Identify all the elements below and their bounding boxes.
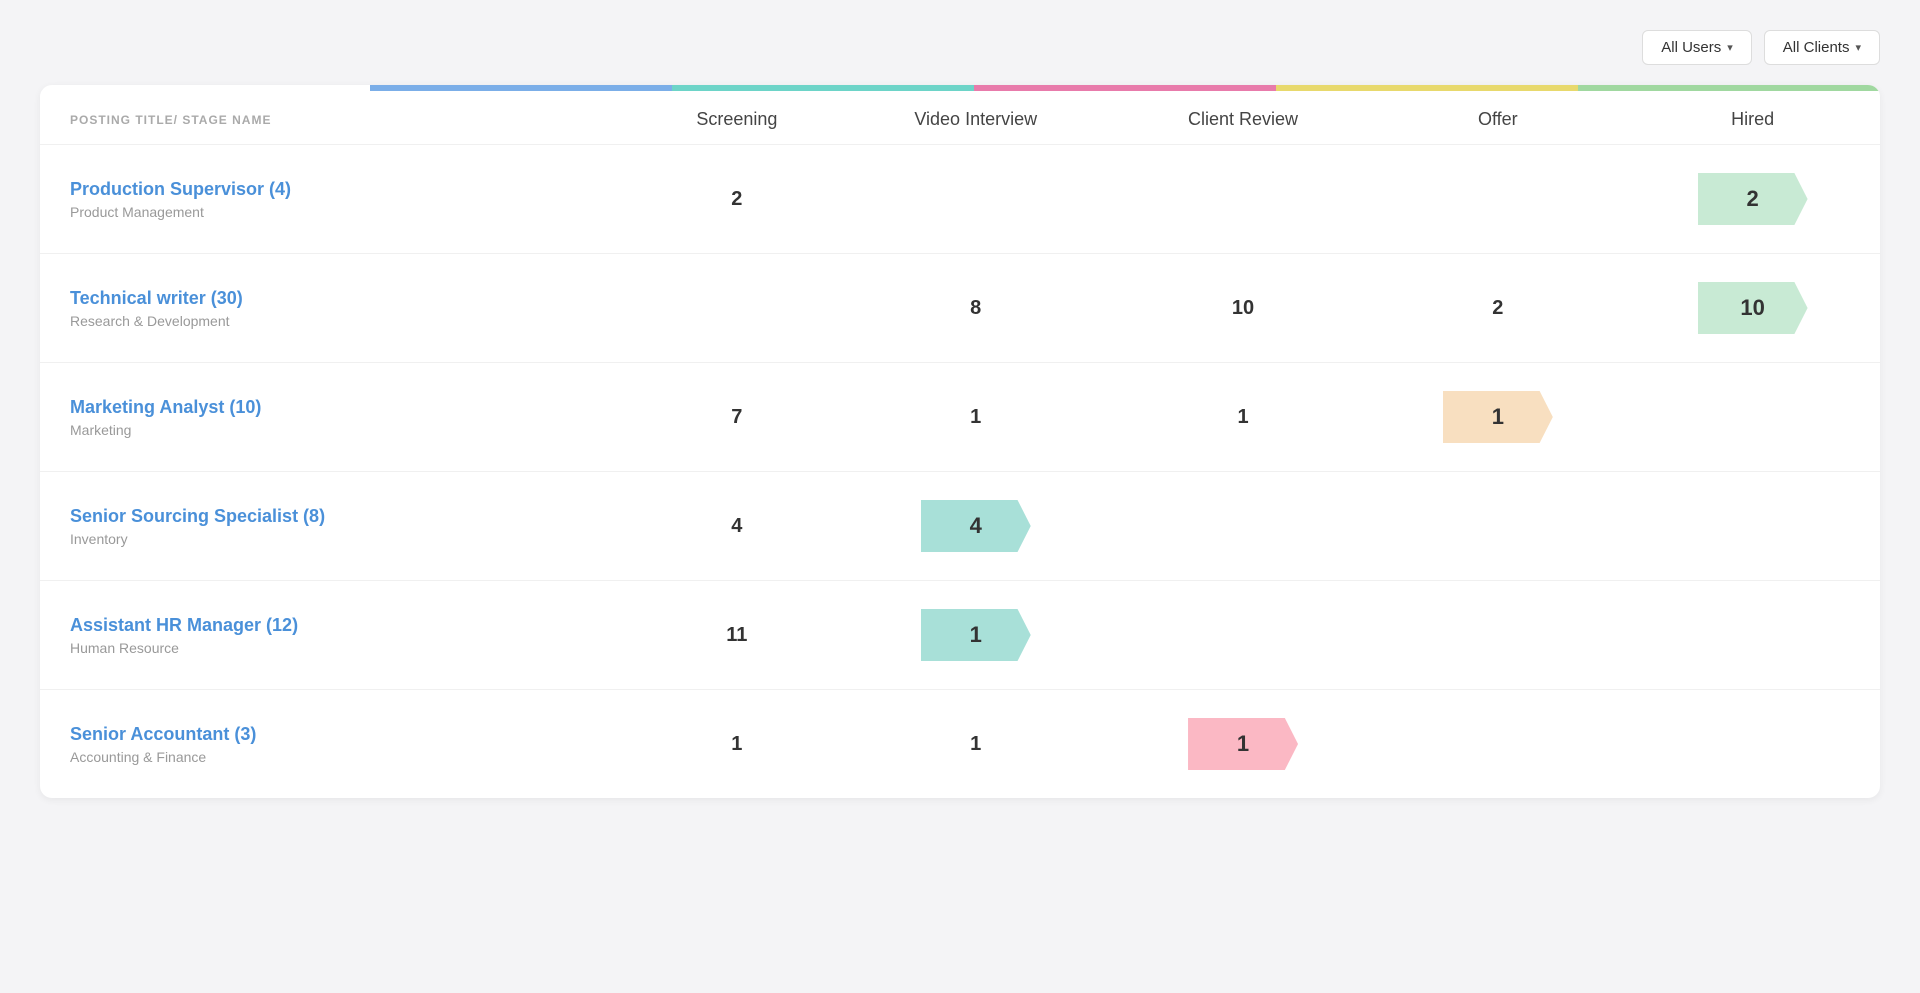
color-bar-empty <box>40 85 370 91</box>
client-review-cell: 10 <box>1116 254 1371 363</box>
job-cell: Senior Accountant (3) Accounting & Finan… <box>40 690 638 799</box>
hired-cell <box>1625 472 1880 581</box>
job-dept: Research & Development <box>70 313 618 329</box>
job-cell: Technical writer (30) Research & Develop… <box>40 254 638 363</box>
client-review-cell <box>1116 145 1371 254</box>
client-review-cell: 1 <box>1116 363 1371 472</box>
job-title[interactable]: Assistant HR Manager (12) <box>70 615 618 636</box>
offer-cell <box>1370 690 1625 799</box>
job-cell: Assistant HR Manager (12) Human Resource <box>40 581 638 690</box>
all-clients-label: All Clients <box>1783 39 1850 56</box>
table-row: Technical writer (30) Research & Develop… <box>40 254 1880 363</box>
offer-cell: 1 <box>1370 363 1625 472</box>
pipeline-table: POSTING TITLE/ STAGE NAME Screening Vide… <box>40 91 1880 798</box>
screening-value: 1 <box>731 733 742 755</box>
job-title[interactable]: Technical writer (30) <box>70 288 618 309</box>
offer-value: 2 <box>1492 297 1503 319</box>
color-bar-client <box>974 85 1276 91</box>
color-bar-offer <box>1276 85 1578 91</box>
video-badge[interactable]: 4 <box>921 500 1031 552</box>
posting-title-header: POSTING TITLE/ STAGE NAME <box>40 91 638 145</box>
offer-cell <box>1370 581 1625 690</box>
col-header-video-interview: Video Interview <box>836 91 1116 145</box>
offer-cell: 2 <box>1370 254 1625 363</box>
job-cell: Senior Sourcing Specialist (8) Inventory <box>40 472 638 581</box>
client-review-cell <box>1116 581 1371 690</box>
table-row: Senior Accountant (3) Accounting & Finan… <box>40 690 1880 799</box>
screening-cell: 11 <box>638 581 836 690</box>
screening-value: 4 <box>731 515 742 537</box>
hired-cell <box>1625 581 1880 690</box>
top-filters: All Users ▾ All Clients ▾ <box>40 30 1880 65</box>
video-interview-cell: 8 <box>836 254 1116 363</box>
all-users-label: All Users <box>1661 39 1721 56</box>
job-cell: Marketing Analyst (10) Marketing <box>40 363 638 472</box>
chevron-down-icon: ▾ <box>1855 41 1861 54</box>
job-dept: Product Management <box>70 204 618 220</box>
col-header-client-review: Client Review <box>1116 91 1371 145</box>
screening-value: 7 <box>731 406 742 428</box>
video-value: 1 <box>970 406 981 428</box>
all-clients-filter[interactable]: All Clients ▾ <box>1764 30 1880 65</box>
screening-cell: 1 <box>638 690 836 799</box>
col-header-screening: Screening <box>638 91 836 145</box>
job-dept: Inventory <box>70 531 618 547</box>
offer-cell <box>1370 145 1625 254</box>
job-title[interactable]: Marketing Analyst (10) <box>70 397 618 418</box>
hired-cell <box>1625 690 1880 799</box>
color-bar-screening <box>370 85 672 91</box>
offer-cell <box>1370 472 1625 581</box>
screening-value: 11 <box>726 624 747 646</box>
hired-badge[interactable]: 2 <box>1698 173 1808 225</box>
client-review-cell: 1 <box>1116 690 1371 799</box>
video-badge[interactable]: 1 <box>921 609 1031 661</box>
hired-cell <box>1625 363 1880 472</box>
col-header-hired: Hired <box>1625 91 1880 145</box>
screening-cell: 4 <box>638 472 836 581</box>
main-table-container: POSTING TITLE/ STAGE NAME Screening Vide… <box>40 85 1880 798</box>
chevron-down-icon: ▾ <box>1727 41 1733 54</box>
job-title[interactable]: Senior Accountant (3) <box>70 724 618 745</box>
screening-cell: 7 <box>638 363 836 472</box>
offer-badge[interactable]: 1 <box>1443 391 1553 443</box>
client-value: 10 <box>1232 297 1254 319</box>
video-value: 8 <box>970 297 981 319</box>
client-review-cell <box>1116 472 1371 581</box>
video-interview-cell <box>836 145 1116 254</box>
job-title[interactable]: Senior Sourcing Specialist (8) <box>70 506 618 527</box>
video-value: 1 <box>970 733 981 755</box>
page-wrapper: All Users ▾ All Clients ▾ POSTING TITLE/… <box>0 0 1920 993</box>
video-interview-cell: 1 <box>836 581 1116 690</box>
table-header-row: POSTING TITLE/ STAGE NAME Screening Vide… <box>40 91 1880 145</box>
col-header-offer: Offer <box>1370 91 1625 145</box>
client-badge[interactable]: 1 <box>1188 718 1298 770</box>
job-cell: Production Supervisor (4) Product Manage… <box>40 145 638 254</box>
table-row: Production Supervisor (4) Product Manage… <box>40 145 1880 254</box>
screening-cell <box>638 254 836 363</box>
job-dept: Human Resource <box>70 640 618 656</box>
job-dept: Accounting & Finance <box>70 749 618 765</box>
hired-badge[interactable]: 10 <box>1698 282 1808 334</box>
all-users-filter[interactable]: All Users ▾ <box>1642 30 1752 65</box>
color-bar-video <box>672 85 974 91</box>
job-dept: Marketing <box>70 422 618 438</box>
table-row: Assistant HR Manager (12) Human Resource… <box>40 581 1880 690</box>
hired-cell: 10 <box>1625 254 1880 363</box>
job-title[interactable]: Production Supervisor (4) <box>70 179 618 200</box>
table-row: Senior Sourcing Specialist (8) Inventory… <box>40 472 1880 581</box>
video-interview-cell: 1 <box>836 690 1116 799</box>
color-bar-hired <box>1578 85 1880 91</box>
hired-cell: 2 <box>1625 145 1880 254</box>
color-bar <box>40 85 1880 91</box>
client-value: 1 <box>1237 406 1248 428</box>
video-interview-cell: 4 <box>836 472 1116 581</box>
table-row: Marketing Analyst (10) Marketing 7 1 1 1 <box>40 363 1880 472</box>
video-interview-cell: 1 <box>836 363 1116 472</box>
screening-cell: 2 <box>638 145 836 254</box>
screening-value: 2 <box>731 188 742 210</box>
